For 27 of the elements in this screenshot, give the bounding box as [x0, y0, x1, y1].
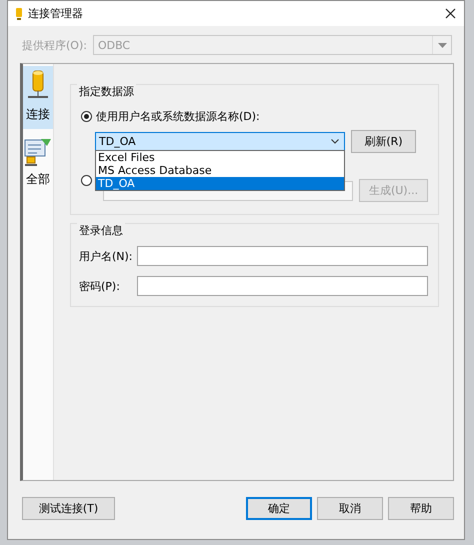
group-title: 登录信息 — [77, 223, 125, 238]
close-icon[interactable] — [445, 8, 456, 19]
dialog-button[interactable]: 取消 — [317, 497, 383, 520]
list-option[interactable]: Excel Files — [96, 151, 344, 164]
test-connection-button[interactable]: 测试连接(T) — [22, 497, 115, 520]
input-field[interactable] — [137, 246, 428, 266]
field-label: 提供程序(O): — [22, 38, 87, 52]
dialog-button[interactable]: 确定 — [246, 497, 312, 520]
nav-item[interactable]: 连接 — [23, 66, 53, 129]
radio-button[interactable] — [81, 111, 92, 122]
group-title: 指定数据源 — [77, 84, 136, 99]
field-label: 用户名(N): — [78, 248, 134, 264]
window-title: 连接管理器 — [28, 6, 84, 21]
app-icon — [16, 8, 22, 20]
refresh-button[interactable]: 刷新(R) — [351, 130, 416, 153]
properties-icon — [23, 137, 53, 167]
radio-label: 使用用户名或系统数据源名称(D): — [96, 109, 260, 124]
dropdown-arrow-icon — [438, 42, 446, 48]
dsn-dropdown[interactable]: TD_OA — [95, 132, 345, 152]
radio-button[interactable] — [81, 175, 92, 186]
list-option[interactable]: MS Access Database — [96, 164, 344, 177]
dialog-button[interactable]: 帮助 — [388, 497, 454, 520]
input-field[interactable] — [137, 276, 428, 296]
nav-item[interactable]: 全部 — [23, 133, 53, 194]
chevron-down-icon — [331, 139, 339, 144]
field-label: 密码(P): — [78, 278, 121, 294]
list-option[interactable]: TD_OA — [96, 177, 344, 190]
